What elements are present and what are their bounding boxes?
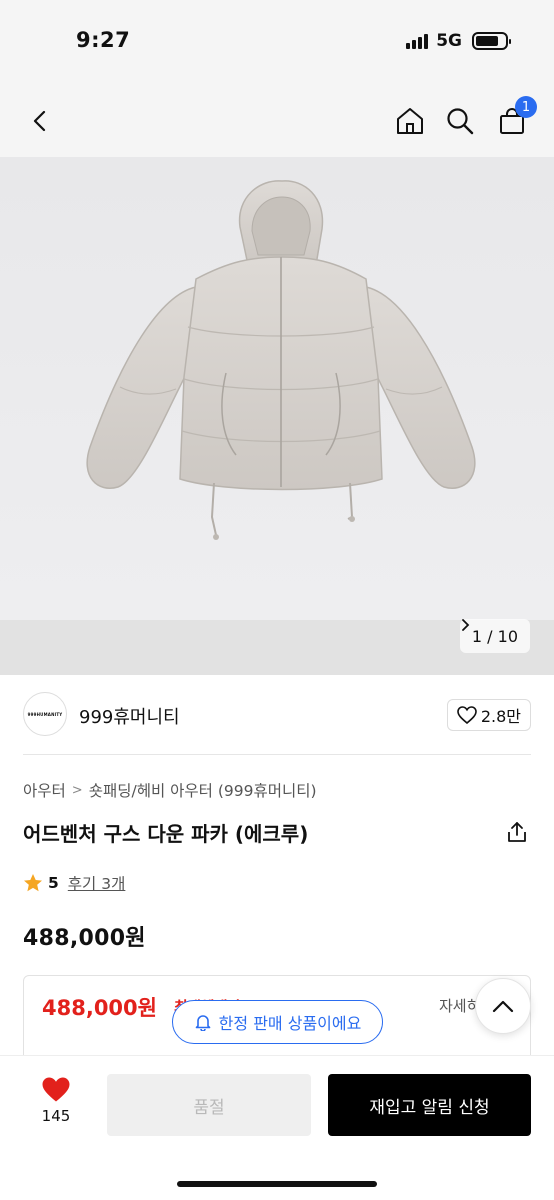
section-divider [23,754,531,755]
network-type: 5G [436,31,462,51]
product-image [86,180,476,540]
home-indicator [177,1181,377,1187]
share-icon [508,822,526,842]
rating-row: 5 후기 3개 [23,872,125,894]
brand-row[interactable]: 999HUMANITY 999휴머니티 2.8만 [0,675,554,755]
chevron-up-icon [492,1000,514,1013]
breadcrumb-level2[interactable]: 숏패딩/헤비 아우터 (999휴머니티) [89,779,317,801]
breadcrumb: 아우터 > 숏패딩/헤비 아우터 (999휴머니티) [23,779,317,801]
chevron-right-icon [461,619,470,631]
cart-count-badge: 1 [515,96,537,118]
scroll-top-button[interactable] [475,978,531,1034]
benefit-price: 488,000원 [42,996,157,1020]
cart-button[interactable]: 1 [493,96,537,140]
bottom-action-bar: 145 품절 재입고 알림 신청 [0,1055,554,1200]
home-button[interactable] [391,102,429,140]
product-price: 488,000원 [23,926,146,951]
breadcrumb-level1[interactable]: 아우터 [23,779,66,801]
search-icon [447,108,474,135]
top-nav-bar: 1 [0,84,554,157]
signal-icon [406,33,429,49]
limited-sale-notice[interactable]: 한정 판매 상품이에요 [172,1000,383,1044]
brand-name[interactable]: 999휴머니티 [79,703,180,729]
wish-button[interactable]: 145 [32,1076,80,1125]
heart-outline-icon [457,706,477,724]
rating-score: 5 [48,874,59,892]
gallery-page-indicator[interactable]: 1 / 10 [459,619,530,653]
review-link[interactable]: 후기 3개 [68,872,126,894]
battery-icon [472,32,511,50]
status-bar: 9:27 5G [0,0,554,84]
chevron-left-icon [33,110,46,132]
search-button[interactable] [441,102,479,140]
share-button[interactable] [505,820,529,844]
brand-like-button[interactable]: 2.8만 [446,699,531,731]
soldout-button[interactable]: 품절 [107,1074,311,1136]
limited-sale-label: 한정 판매 상품이에요 [218,1014,362,1033]
star-icon [24,874,42,892]
restock-alert-button[interactable]: 재입고 알림 신청 [328,1074,531,1136]
heart-filled-icon [42,1077,70,1102]
product-image-gallery[interactable]: 1 / 10 [0,157,554,675]
brand-like-count: 2.8만 [480,707,521,726]
product-title: 어드벤처 구스 다운 파카 (에크루) [23,822,309,846]
status-indicators: 5G [406,31,511,51]
home-icon [397,108,423,134]
wish-count: 145 [41,1107,71,1125]
gallery-page-text: 1 / 10 [471,626,518,646]
bell-icon [195,1015,210,1031]
status-time: 9:27 [76,28,131,52]
brand-logo[interactable]: 999HUMANITY [23,692,67,736]
back-button[interactable] [21,102,59,140]
chevron-right-icon: > [71,782,83,798]
